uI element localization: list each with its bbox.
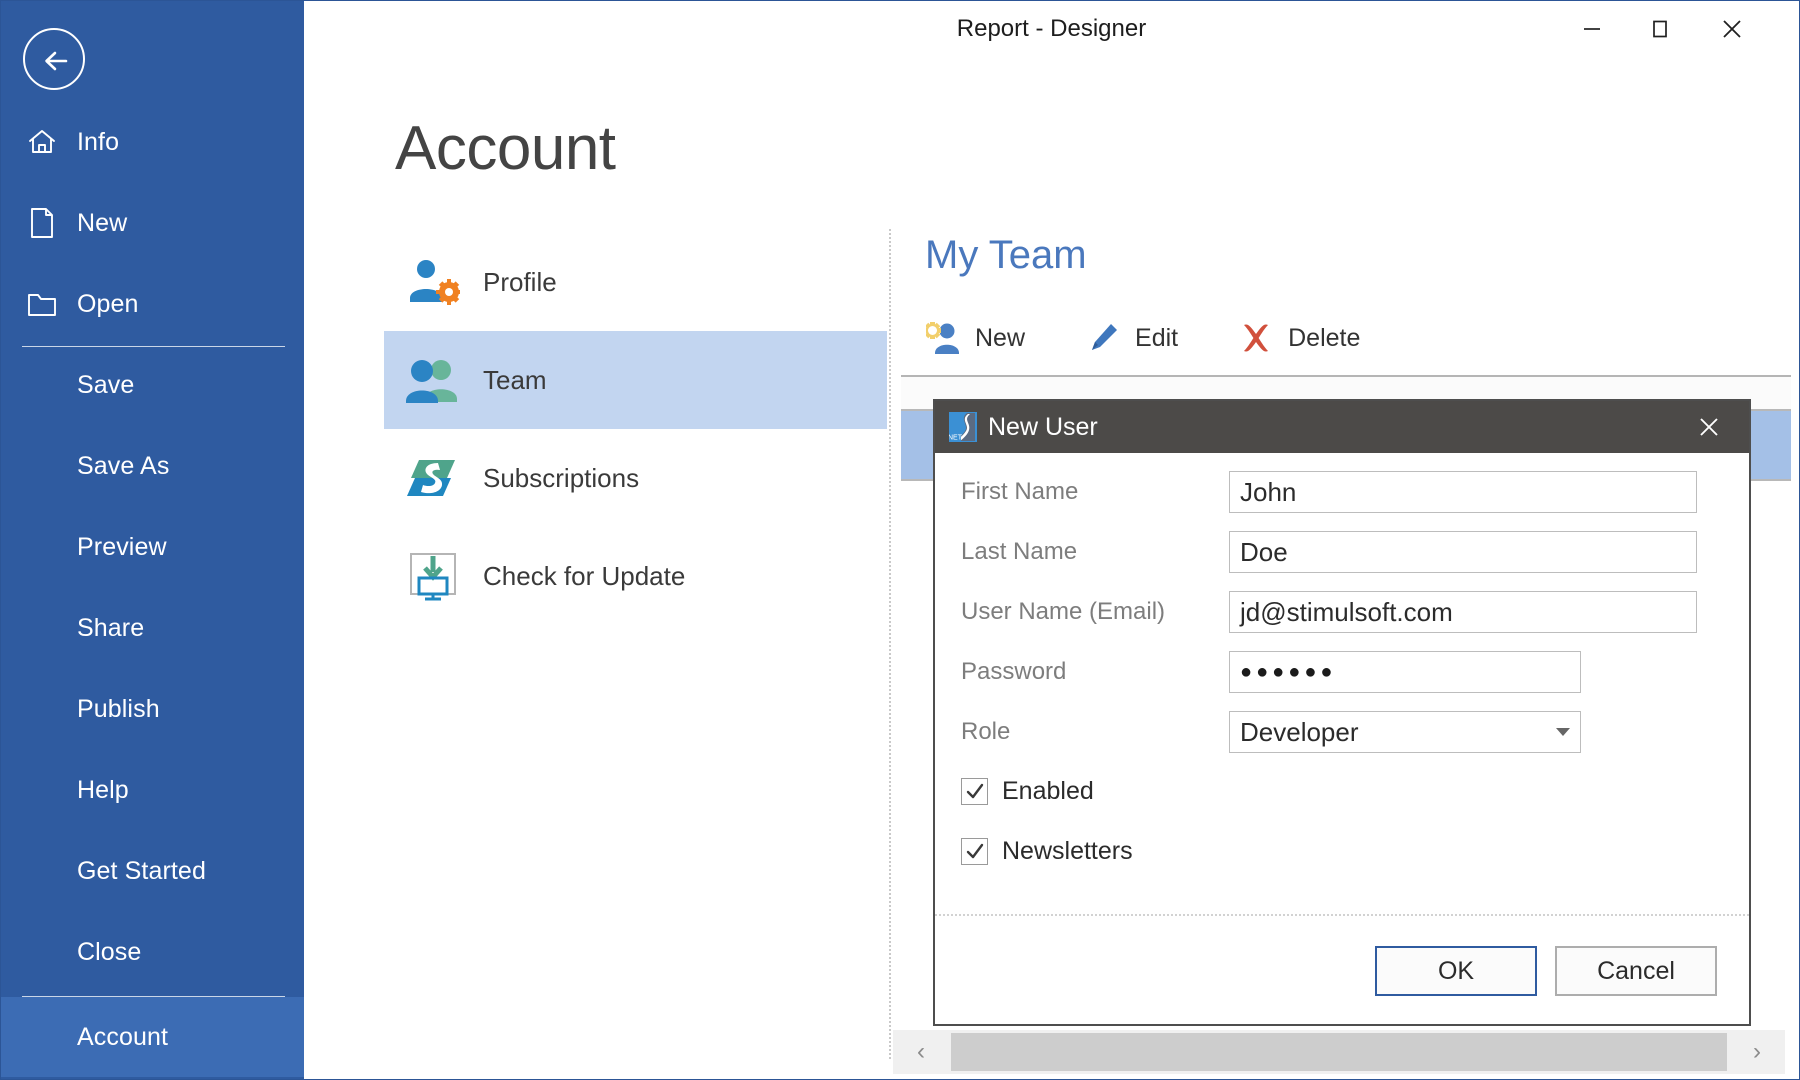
sidebar-item-publish[interactable]: Publish xyxy=(1,680,304,738)
sidebar-item-label: Preview xyxy=(77,532,167,561)
edit-user-button[interactable]: Edit xyxy=(1083,321,1178,355)
back-arrow-icon[interactable] xyxy=(23,28,85,90)
first-name-row: First Name John xyxy=(935,471,1749,513)
maximize-button[interactable] xyxy=(1629,1,1691,57)
folder-icon xyxy=(19,290,65,318)
two-users-icon xyxy=(401,357,465,403)
sidebar-item-label: Help xyxy=(77,775,129,804)
scroll-left-icon[interactable]: ‹ xyxy=(893,1030,949,1074)
stimulsoft-s-icon xyxy=(401,454,465,502)
last-name-row: Last Name Doe xyxy=(935,531,1749,573)
newsletters-label: Newsletters xyxy=(1002,837,1133,865)
download-pc-icon xyxy=(401,550,465,602)
sidebar-item-close[interactable]: Close xyxy=(1,923,304,981)
sidebar-item-save[interactable]: Save xyxy=(1,356,304,414)
pencil-icon xyxy=(1083,321,1123,355)
first-name-input[interactable]: John xyxy=(1229,471,1697,513)
team-toolbar: New Edit Delete xyxy=(923,321,1400,355)
dialog-close-icon[interactable] xyxy=(1687,401,1731,453)
cancel-button[interactable]: Cancel xyxy=(1555,946,1717,996)
password-label: Password xyxy=(961,658,1067,685)
sidebar-item-info[interactable]: Info xyxy=(1,113,304,171)
category-item-profile[interactable]: Profile xyxy=(384,233,887,331)
designer-window: Info New Open Save Save As Preview Share… xyxy=(0,0,1800,1080)
category-item-check-for-update[interactable]: Check for Update xyxy=(384,527,887,625)
role-row: Role Developer xyxy=(935,711,1749,753)
scrollbar-thumb[interactable] xyxy=(951,1033,1727,1071)
sidebar-item-label: Save xyxy=(77,370,135,399)
sidebar-item-get-started[interactable]: Get Started xyxy=(1,842,304,900)
first-name-label: First Name xyxy=(961,478,1079,505)
sidebar-item-label: Account xyxy=(77,1022,169,1051)
enabled-checkbox[interactable] xyxy=(961,778,988,805)
sidebar-item-label: New xyxy=(77,208,128,237)
scroll-right-icon[interactable]: › xyxy=(1729,1030,1785,1074)
account-category-list: Profile Team Subscriptions Check for Upd… xyxy=(384,233,887,653)
sidebar-divider-top xyxy=(22,346,285,347)
role-select-value: Developer xyxy=(1240,716,1359,747)
red-x-icon xyxy=(1236,321,1276,355)
new-user-button[interactable]: New xyxy=(923,321,1025,355)
role-label: Role xyxy=(961,718,1011,745)
user-name-label: User Name (Email) xyxy=(961,598,1166,625)
role-select[interactable]: Developer xyxy=(1229,711,1581,753)
newsletters-checkbox[interactable] xyxy=(961,838,988,865)
svg-text:NET: NET xyxy=(949,435,963,442)
sidebar-item-save-as[interactable]: Save As xyxy=(1,437,304,495)
password-input[interactable]: ●●●●●● xyxy=(1229,651,1581,693)
dialog-title: New User xyxy=(988,412,1098,441)
password-row: Password ●●●●●● xyxy=(935,651,1749,693)
last-name-input[interactable]: Doe xyxy=(1229,531,1697,573)
new-user-dialog: NET New User First Name John Last Name D… xyxy=(933,399,1751,1026)
page-title: Account xyxy=(395,114,616,183)
category-item-label: Team xyxy=(483,364,547,395)
sidebar-item-label: Save As xyxy=(77,451,170,480)
sidebar-item-new[interactable]: New xyxy=(1,194,304,252)
category-item-label: Profile xyxy=(483,266,557,297)
category-item-label: Check for Update xyxy=(483,560,686,591)
dialog-body: First Name John Last Name Doe User Name … xyxy=(935,453,1749,914)
enabled-label: Enabled xyxy=(1002,777,1094,805)
sidebar-item-open[interactable]: Open xyxy=(1,275,304,333)
sidebar-item-label: Open xyxy=(77,289,139,318)
close-button[interactable] xyxy=(1701,1,1763,57)
sidebar-item-label: Info xyxy=(77,127,120,156)
enabled-checkbox-row[interactable]: Enabled xyxy=(961,777,1094,806)
title-bar: Report - Designer xyxy=(304,1,1799,57)
team-row-divider xyxy=(901,375,1791,377)
category-item-label: Subscriptions xyxy=(483,462,640,493)
sidebar-item-label: Share xyxy=(77,613,145,642)
stimulsoft-net-logo-icon: NET xyxy=(948,412,977,442)
add-user-icon xyxy=(923,321,963,355)
sidebar-item-label: Get Started xyxy=(77,856,206,885)
chevron-down-icon xyxy=(1556,728,1570,736)
user-name-input[interactable]: jd@stimulsoft.com xyxy=(1229,591,1697,633)
toolbar-item-label: New xyxy=(975,323,1026,352)
sidebar-item-preview[interactable]: Preview xyxy=(1,518,304,576)
sidebar-item-label: Close xyxy=(77,937,142,966)
vertical-divider xyxy=(889,229,891,1059)
last-name-label: Last Name xyxy=(961,538,1078,565)
category-item-team[interactable]: Team xyxy=(384,331,887,429)
toolbar-item-label: Delete xyxy=(1288,323,1361,352)
dialog-footer: OK Cancel xyxy=(935,914,1749,1024)
minimize-button[interactable] xyxy=(1561,1,1623,57)
horizontal-scrollbar[interactable]: ‹ › xyxy=(893,1030,1785,1074)
ok-button[interactable]: OK xyxy=(1375,946,1537,996)
newsletters-checkbox-row[interactable]: Newsletters xyxy=(961,837,1133,866)
toolbar-item-label: Edit xyxy=(1135,323,1179,352)
sidebar-item-share[interactable]: Share xyxy=(1,599,304,657)
category-item-subscriptions[interactable]: Subscriptions xyxy=(384,429,887,527)
team-title: My Team xyxy=(925,233,1087,277)
page-icon xyxy=(19,207,65,239)
home-icon xyxy=(19,127,65,157)
backstage-sidebar: Info New Open Save Save As Preview Share… xyxy=(1,1,304,1079)
delete-user-button[interactable]: Delete xyxy=(1236,321,1360,355)
sidebar-item-account[interactable]: Account xyxy=(1,997,304,1077)
user-settings-icon xyxy=(401,258,465,306)
sidebar-item-help[interactable]: Help xyxy=(1,761,304,819)
user-name-row: User Name (Email) jd@stimulsoft.com xyxy=(935,591,1749,633)
sidebar-item-label: Publish xyxy=(77,694,160,723)
dialog-title-bar: NET New User xyxy=(935,401,1749,453)
